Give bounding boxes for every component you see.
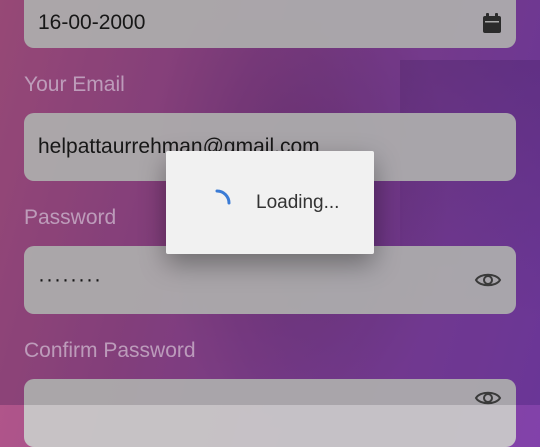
loading-text: Loading... <box>256 191 340 213</box>
loading-dialog: Loading... <box>166 151 374 254</box>
spinner-icon <box>215 189 231 204</box>
